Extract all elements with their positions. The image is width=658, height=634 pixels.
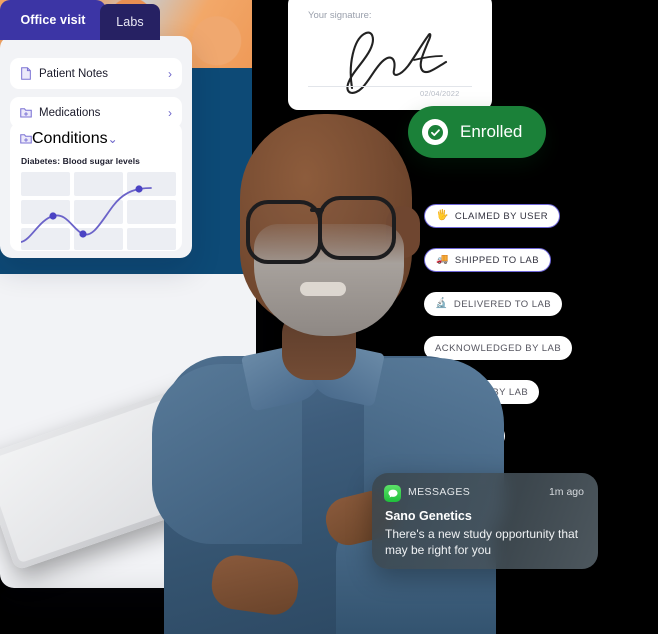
ehr-tab-bar: Office visit Labs xyxy=(0,0,160,40)
conditions-card: Conditions ⌄ Diabetes: Blood sugar level… xyxy=(10,123,182,251)
enrolled-label: Enrolled xyxy=(460,122,523,141)
signature-baseline xyxy=(308,86,472,87)
chart-line-series xyxy=(21,185,152,243)
kit-step-delivered-to-lab[interactable]: 🔬 DELIVERED TO LAB xyxy=(424,292,563,316)
eyeglasses-right-lens xyxy=(318,196,396,260)
tab-labs[interactable]: Labs xyxy=(100,4,160,40)
truck-icon: 🚚 xyxy=(436,254,449,265)
notification-body: There's a new study opportunity that may… xyxy=(385,527,579,557)
folder-plus-icon xyxy=(20,108,32,118)
kit-step-submitted[interactable]: SUBMITTED xyxy=(424,424,505,448)
timeline-dot xyxy=(397,253,408,264)
kit-step-label: CLAIMED BY USER xyxy=(454,210,549,222)
notification-timestamp: 1m ago xyxy=(548,486,584,498)
document-icon xyxy=(21,67,31,80)
kit-step-label: RELEASED BY LAB xyxy=(435,386,529,398)
chevron-right-icon: › xyxy=(168,105,172,120)
signature-card: Your signature: 02/04/2022 xyxy=(288,0,492,110)
row-label: Medications xyxy=(39,106,101,119)
chart-marker xyxy=(135,185,143,193)
eyeglasses-left-lens xyxy=(246,200,322,264)
ehr-panel: Patient Notes › Medications › Conditions… xyxy=(0,36,192,258)
notification-title: Sano Genetics xyxy=(385,509,472,523)
check-circle-icon xyxy=(422,119,448,145)
notification-app-name: MESSAGES xyxy=(408,486,471,498)
chevron-right-icon: › xyxy=(168,66,172,81)
microscope-icon: 🔬 xyxy=(435,298,448,309)
kit-step-claimed-by-user[interactable]: 🖐 CLAIMED BY USER xyxy=(424,204,561,228)
kit-step-released-by-lab[interactable]: RELEASED BY LAB xyxy=(424,380,540,404)
chart-marker xyxy=(79,230,87,238)
office-visit-card: Office visit Labs Patient Notes › Medica… xyxy=(0,0,192,258)
kit-step-label: SHIPPED TO LAB xyxy=(454,254,539,266)
folder-plus-icon xyxy=(20,134,32,144)
kit-step-shipped-to-lab[interactable]: 🚚 SHIPPED TO LAB xyxy=(424,248,551,272)
row-conditions[interactable]: Conditions ⌄ xyxy=(10,123,182,154)
row-label: Conditions xyxy=(32,129,108,147)
kit-step-label: ACKNOWLEDGED BY LAB xyxy=(435,342,562,354)
chart-marker xyxy=(49,212,57,220)
timeline-dot xyxy=(397,209,408,220)
message-notification[interactable]: MESSAGES 1m ago Sano Genetics There's a … xyxy=(372,473,598,569)
kit-step-acknowledged-by-lab[interactable]: ACKNOWLEDGED BY LAB xyxy=(424,336,573,360)
messages-icon xyxy=(384,485,401,502)
tab-office-visit[interactable]: Office visit xyxy=(0,0,106,40)
kit-step-label: SUBMITTED xyxy=(435,430,494,442)
signature-date: 02/04/2022 xyxy=(420,89,460,98)
enrolled-status-badge: Enrolled xyxy=(408,106,547,158)
hand-icon: 🖐 xyxy=(436,210,449,221)
row-patient-notes[interactable]: Patient Notes › xyxy=(10,58,182,89)
chart-title: Diabetes: Blood sugar levels xyxy=(21,156,141,166)
composition-stage: Office visit Labs Patient Notes › Medica… xyxy=(0,0,658,634)
check-glyph xyxy=(427,124,443,140)
chevron-down-icon: ⌄ xyxy=(107,131,118,146)
blood-sugar-chart xyxy=(21,172,176,250)
row-label: Patient Notes xyxy=(39,67,109,80)
article-card[interactable] xyxy=(0,0,252,634)
speech-bubble-glyph xyxy=(388,489,397,498)
signature-drawing[interactable] xyxy=(318,14,478,96)
kit-step-label: DELIVERED TO LAB xyxy=(453,298,552,310)
